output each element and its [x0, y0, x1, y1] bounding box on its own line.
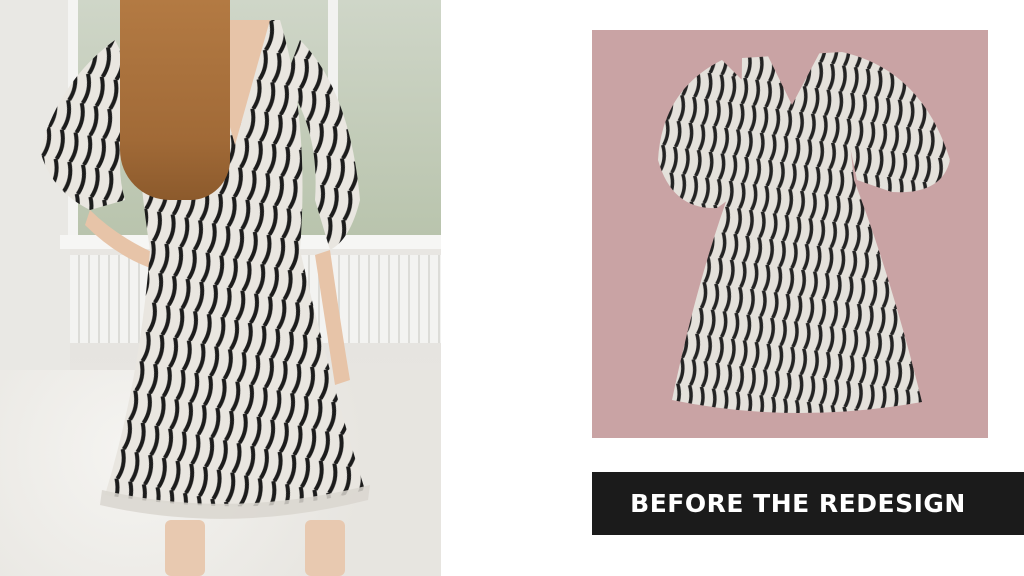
hair — [120, 0, 230, 200]
legs — [165, 520, 365, 576]
model-photo — [0, 0, 441, 576]
flat-lay-photo — [592, 30, 988, 438]
caption-bar: BEFORE THE REDESIGN — [592, 472, 1024, 535]
flat-right-sleeve — [837, 52, 950, 193]
flat-dress-illustration — [658, 52, 950, 414]
caption-text: BEFORE THE REDESIGN — [630, 489, 966, 518]
